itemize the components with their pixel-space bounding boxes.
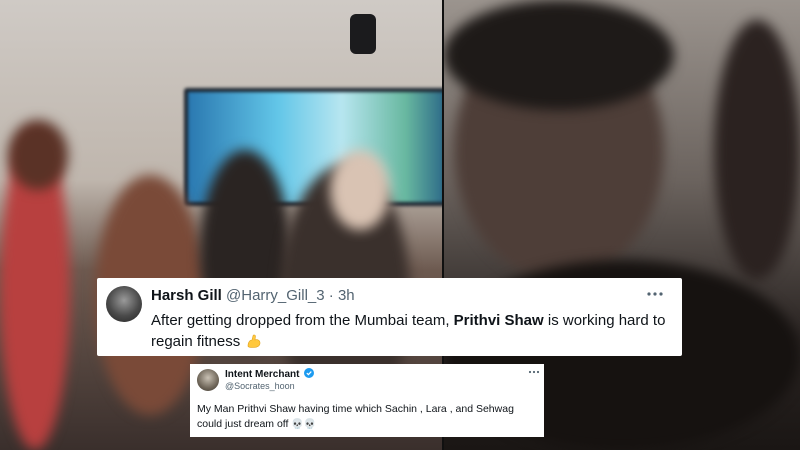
tweet-card-harsh-gill[interactable]: Harsh Gill @Harry_Gill_3 · 3h After gett… — [97, 278, 682, 356]
tweet-text: My Man Prithvi Shaw having time which Sa… — [197, 402, 537, 432]
skull-emoji-icon: 💀💀 — [291, 419, 317, 430]
tweet-text-part1: After getting dropped from the Mumbai te… — [151, 312, 454, 329]
security-camera — [350, 14, 376, 54]
tweet-text-body: My Man Prithvi Shaw having time which Sa… — [197, 403, 514, 430]
tweet-time[interactable]: 3h — [338, 287, 355, 304]
separator-dot: · — [328, 287, 334, 304]
verified-badge-icon — [304, 368, 315, 378]
author-handle[interactable]: @Harry_Gill_3 — [226, 287, 325, 304]
tweet-author: Intent Merchant — [225, 368, 315, 380]
avatar[interactable] — [106, 286, 142, 322]
avatar[interactable] — [197, 369, 219, 391]
person-hair — [444, 0, 674, 110]
person-hair — [8, 120, 68, 190]
tweet-author: Harsh Gill @Harry_Gill_3 · 3h — [151, 287, 355, 304]
crowd-person — [714, 20, 800, 280]
flexed-biceps-icon — [246, 333, 262, 349]
tweet-text-bold: Prithvi Shaw — [453, 312, 544, 329]
more-horizontal-icon[interactable] — [528, 366, 540, 377]
author-name[interactable]: Intent Merchant — [225, 369, 299, 380]
tweet-text: After getting dropped from the Mumbai te… — [151, 310, 666, 352]
author-name[interactable]: Harsh Gill — [151, 287, 222, 304]
author-handle[interactable]: @Socrates_hoon — [225, 381, 295, 391]
more-horizontal-icon[interactable] — [646, 284, 664, 302]
raised-hand — [330, 150, 390, 230]
tweet-card-intent-merchant[interactable]: Intent Merchant @Socrates_hoon My Man Pr… — [190, 364, 544, 437]
